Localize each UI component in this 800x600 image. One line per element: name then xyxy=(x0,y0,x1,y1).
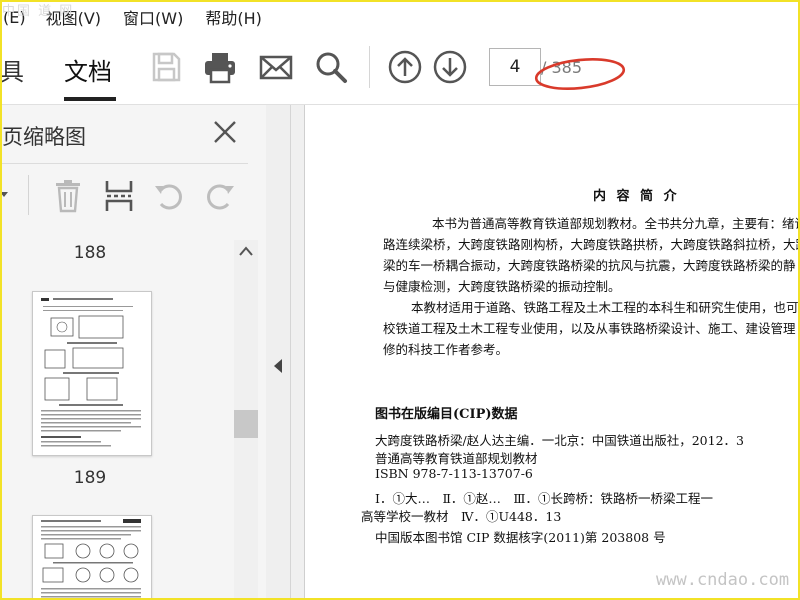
intro-line: 梁的车一桥耦合振动，大跨度铁路桥梁的抗风与抗震，大跨度铁路桥梁的静 xyxy=(383,258,796,273)
thumbnail-toolbar-divider xyxy=(28,175,29,215)
arrow-down-circle-icon[interactable] xyxy=(432,49,468,85)
trash-icon[interactable] xyxy=(52,179,84,213)
print-icon[interactable] xyxy=(202,49,238,85)
intro-line: 本书为普通高等教育铁道部规划教材。全书共分九章，主要有：绪论、 xyxy=(432,216,800,231)
thumbnail-page-number: 189 xyxy=(73,468,107,488)
cip-line: 普通高等教育铁道部规划教材 xyxy=(375,451,538,466)
toolbar: 具 文档 4 / 385 xyxy=(0,34,800,105)
tab-document[interactable]: 文档 xyxy=(64,52,112,87)
dropdown-arrow-icon[interactable] xyxy=(0,189,12,201)
panel-title: 页缩略图 xyxy=(2,125,86,149)
rotate-right-icon[interactable] xyxy=(204,180,236,212)
intro-line: 本教材适用于道路、铁路工程及土木工程的本科生和研究生使用，也可 xyxy=(411,300,799,315)
cip-line: 高等学校一教材 Ⅳ．①U448．13 xyxy=(361,509,562,524)
cip-line: 中国版本图书馆 CIP 数据核字(2011)第 203808 号 xyxy=(375,530,666,545)
menu-help[interactable]: 帮助(H) xyxy=(205,5,262,29)
extract-pages-icon[interactable] xyxy=(104,179,134,213)
page-thumbnail-content xyxy=(41,519,141,598)
document-page: 内 容 简 介 本书为普通高等教育铁道部规划教材。全书共分九章，主要有：绪论、 … xyxy=(304,105,800,600)
cip-line: 大跨度铁路桥梁/赵人达主编．一北京：中国铁道出版社，2012．3 xyxy=(375,433,744,448)
cip-line: ISBN 978-7-113-13707-6 xyxy=(375,466,533,481)
scroll-up-icon[interactable] xyxy=(239,246,253,256)
close-icon[interactable] xyxy=(212,119,238,145)
intro-line: 路连续梁桥，大跨度铁路刚构桥，大跨度铁路拱桥，大跨度铁路斜拉桥，大跨 xyxy=(383,237,800,252)
watermark-bottom: www.cndao.com xyxy=(656,570,790,590)
thumbnail-scrollbar[interactable] xyxy=(234,240,258,600)
email-icon[interactable] xyxy=(258,49,294,85)
intro-line: 校铁道工程及土木工程专业使用，以及从事铁路桥梁设计、施工、建设管理 xyxy=(383,321,796,336)
page-thumbnail[interactable] xyxy=(32,291,152,456)
intro-line: 修的科技工作者参考。 xyxy=(383,342,509,357)
intro-title: 内 容 简 介 xyxy=(593,189,680,204)
thumbnail-page-number: 188 xyxy=(73,243,107,263)
arrow-up-circle-icon[interactable] xyxy=(387,49,423,85)
panel-splitter[interactable] xyxy=(266,105,291,600)
page-thumbnail-content xyxy=(41,298,141,447)
panel-divider xyxy=(0,163,248,164)
rotate-left-icon[interactable] xyxy=(153,180,185,212)
toolbar-divider xyxy=(369,46,370,88)
red-ellipse-annotation xyxy=(534,58,626,90)
scrollbar-thumb[interactable] xyxy=(234,410,258,438)
thumbnail-panel: 页缩略图 188 189 xyxy=(0,105,267,600)
intro-line: 与健康检测，大跨度铁路桥梁的振动控制。 xyxy=(383,279,621,294)
collapse-left-icon[interactable] xyxy=(273,359,283,373)
search-icon[interactable] xyxy=(313,49,349,85)
menu-bar: (E) 视图(V) 窗口(W) 帮助(H) xyxy=(0,0,800,34)
menu-window[interactable]: 窗口(W) xyxy=(123,5,183,29)
thumbnail-toolbar xyxy=(0,175,260,215)
tab-tools[interactable]: 具 xyxy=(0,52,24,87)
watermark-top: 中国 道 网 xyxy=(2,4,75,19)
cip-title: 图书在版编目(CIP)数据 xyxy=(375,407,518,422)
cip-line: Ⅰ．①大… Ⅱ．①赵… Ⅲ．①长跨桥：铁路桥一桥梁工程一 xyxy=(375,491,713,506)
page-thumbnail[interactable] xyxy=(32,515,152,600)
thumbnail-list: 188 189 xyxy=(0,229,248,600)
save-icon[interactable] xyxy=(148,49,184,85)
active-tab-indicator xyxy=(64,97,116,101)
